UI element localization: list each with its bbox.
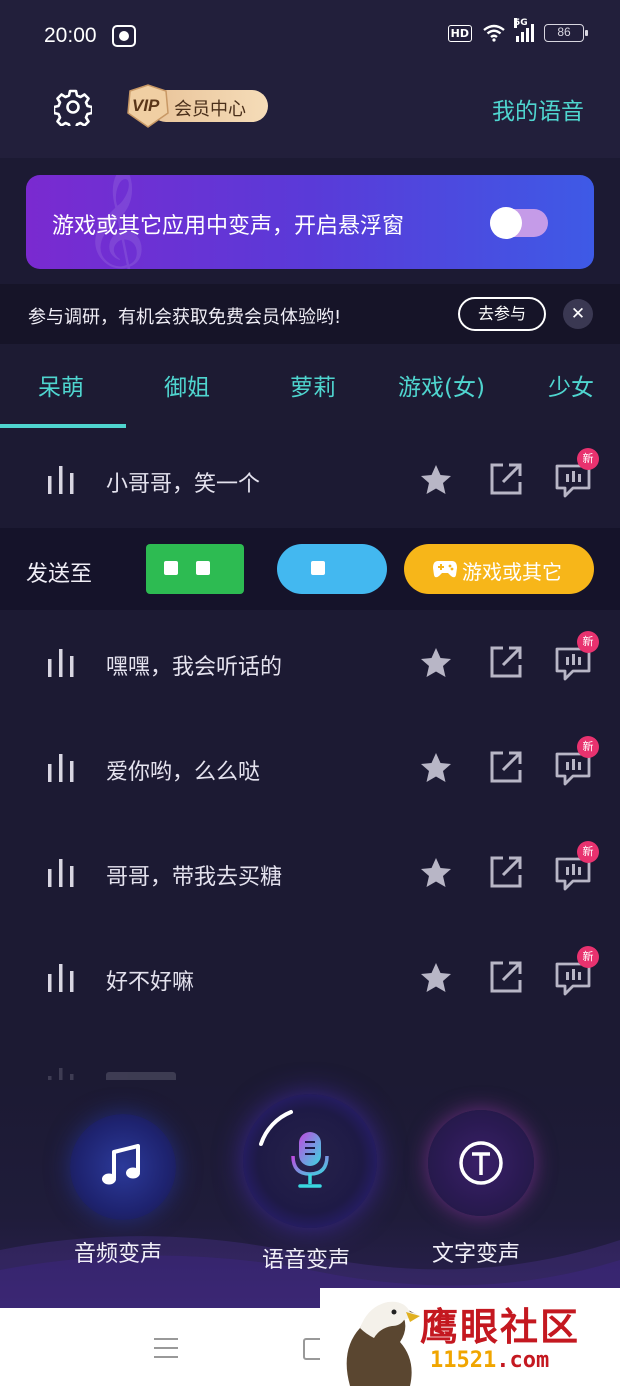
- tab-yujie[interactable]: 御姐: [164, 368, 210, 402]
- voice-change-label: 语音变声: [262, 1248, 351, 1273]
- audio-change-label: 音频变声: [74, 1242, 163, 1267]
- tab-daimeng[interactable]: 呆萌: [38, 368, 84, 402]
- favorite-star-icon[interactable]: [418, 960, 454, 996]
- voice-change-button[interactable]: [243, 1094, 377, 1228]
- voice-list-item[interactable]: 小哥哥，笑一个 新: [0, 432, 620, 528]
- send-to-bar: 发送至 游戏或其它: [0, 528, 620, 610]
- status-time: 20:00: [44, 24, 97, 47]
- floating-window-toggle[interactable]: [490, 207, 548, 239]
- favorite-star-icon[interactable]: [418, 645, 454, 681]
- new-badge: 新: [577, 736, 599, 758]
- audio-bars-icon: [48, 649, 74, 677]
- cell-signal-icon: 5G: [514, 18, 534, 42]
- audio-bars-icon: [48, 859, 74, 887]
- floating-window-banner: 𝄞 游戏或其它应用中变声，开启悬浮窗: [26, 175, 594, 269]
- text-change-button[interactable]: [428, 1110, 534, 1216]
- eagle-icon: [346, 1301, 420, 1386]
- voice-title: 爱你哟，么么哒: [106, 760, 261, 785]
- music-note-icon: [102, 1144, 140, 1185]
- recent-apps-icon[interactable]: [154, 1338, 178, 1358]
- floating-window-text: 游戏或其它应用中变声，开启悬浮窗: [52, 214, 405, 239]
- voice-list-item[interactable]: 好不好嘛 新: [0, 930, 620, 1026]
- audio-bars-icon: [48, 964, 74, 992]
- tab-luoli[interactable]: 萝莉: [290, 368, 336, 402]
- vip-label: VIP: [132, 96, 160, 115]
- close-survey-icon[interactable]: ✕: [563, 299, 593, 329]
- voice-list-item[interactable]: 爱你哟，么么哒 新: [0, 720, 620, 816]
- share-icon[interactable]: [489, 462, 523, 496]
- share-icon[interactable]: [489, 855, 523, 889]
- audio-bars-icon: [48, 754, 74, 782]
- audio-bars-icon: [48, 466, 74, 494]
- wifi-icon: [483, 24, 505, 42]
- send-game-button[interactable]: 游戏或其它: [404, 544, 594, 594]
- voice-title: 好不好嘛: [106, 970, 195, 995]
- watermark-url: 11521.com: [430, 1348, 549, 1373]
- voice-list-item[interactable]: 嘿嘿，我会听话的 新: [0, 615, 620, 711]
- toggle-knob: [490, 207, 522, 239]
- text-t-icon: [459, 1141, 503, 1185]
- share-icon[interactable]: [489, 645, 523, 679]
- gamepad-icon: [433, 561, 457, 578]
- battery-icon: 86: [544, 24, 588, 42]
- new-badge: 新: [577, 841, 599, 863]
- new-badge: 新: [577, 448, 599, 470]
- new-badge: 新: [577, 946, 599, 968]
- hd-icon: HD: [447, 24, 472, 42]
- join-survey-button[interactable]: 去参与: [458, 297, 546, 331]
- microphone-icon: [291, 1132, 329, 1188]
- send-to-label: 发送至: [26, 562, 93, 587]
- watermark-logo: 鹰眼社区 11521.com: [320, 1288, 620, 1386]
- watermark-url-part1: 11521: [430, 1348, 497, 1373]
- tab-shaonv[interactable]: 少女: [548, 368, 594, 402]
- status-icons: HD 5G 86: [447, 18, 588, 42]
- top-header: 会员中心 VIP 我的语音: [0, 72, 620, 158]
- status-bar: 20:00 HD 5G 86: [0, 0, 620, 72]
- voice-title: 嘿嘿，我会听话的: [106, 655, 283, 680]
- tab-game-female[interactable]: 游戏(女): [398, 368, 485, 402]
- voice-list-item[interactable]: 哥哥，带我去买糖 新: [0, 825, 620, 921]
- send-wechat-button[interactable]: [146, 544, 244, 594]
- settings-gear-icon[interactable]: [54, 88, 92, 126]
- voice-title: 哥哥，带我去买糖: [106, 865, 283, 890]
- audio-change-button[interactable]: [70, 1114, 176, 1220]
- favorite-star-icon[interactable]: [418, 462, 454, 498]
- text-change-label: 文字变声: [432, 1242, 521, 1267]
- watermark-url-part2: .com: [496, 1348, 550, 1373]
- survey-text: 参与调研，有机会获取免费会员体验哟!: [28, 307, 342, 328]
- active-tab-indicator: [0, 424, 126, 428]
- voice-title: 小哥哥，笑一个: [106, 472, 261, 497]
- send-qq-button[interactable]: [277, 544, 387, 594]
- vip-member-center-button[interactable]: 会员中心 VIP: [124, 84, 270, 128]
- game-button-label: 游戏或其它: [462, 560, 562, 584]
- favorite-star-icon[interactable]: [418, 855, 454, 891]
- notification-app-icon: [112, 25, 136, 47]
- favorite-star-icon[interactable]: [418, 750, 454, 786]
- my-voice-link[interactable]: 我的语音: [492, 92, 584, 126]
- bottom-dock: 音频变声 语音变声 文字变声: [0, 1080, 620, 1308]
- survey-bar: 参与调研，有机会获取免费会员体验哟! 去参与 ✕: [0, 284, 620, 344]
- new-badge: 新: [577, 631, 599, 653]
- share-icon[interactable]: [489, 960, 523, 994]
- category-tabs: 呆萌 御姐 萝莉 游戏(女) 少女: [0, 344, 620, 430]
- share-icon[interactable]: [489, 750, 523, 784]
- watermark-title: 鹰眼社区: [420, 1304, 581, 1349]
- member-center-label: 会员中心: [174, 99, 246, 120]
